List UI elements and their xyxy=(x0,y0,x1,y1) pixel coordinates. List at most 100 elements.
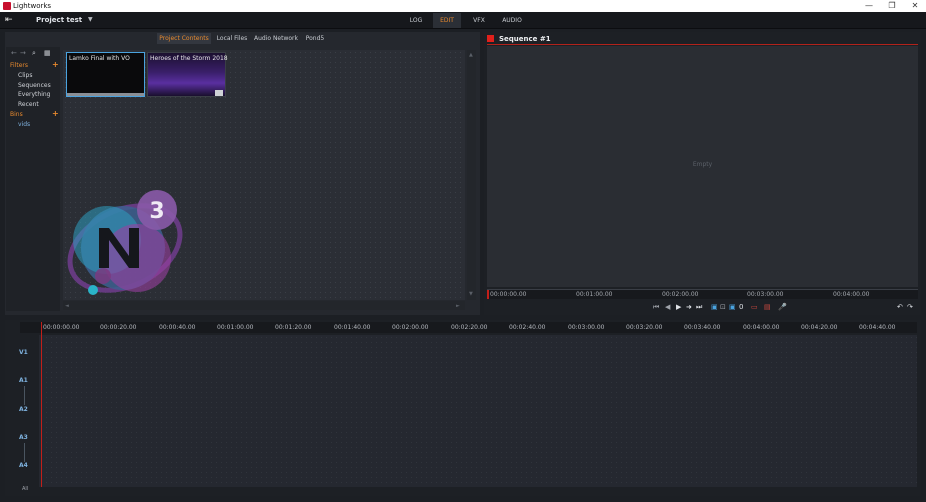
tab-audio-network[interactable]: Audio Network xyxy=(253,33,299,44)
search-icon[interactable]: ⌕ xyxy=(32,49,36,57)
replace-icon[interactable]: ▤ xyxy=(764,302,771,312)
window-title: Lightworks xyxy=(13,2,52,10)
tab-log[interactable]: LOG xyxy=(402,13,430,28)
go-to-end-icon[interactable]: ⏭ xyxy=(696,302,702,312)
viewer-screen[interactable]: Empty xyxy=(487,46,918,287)
sequence-viewer: Sequence #1 Empty 00:00:00.00 00:01:00.0… xyxy=(484,32,921,315)
viewer-playhead[interactable] xyxy=(487,290,489,299)
track-label-a3[interactable]: A3 xyxy=(19,434,28,442)
filter-clips[interactable]: Clips xyxy=(18,72,32,80)
timeline-timecode: 00:01:40.00 xyxy=(334,324,371,331)
undo-icon[interactable]: ↶ xyxy=(897,302,903,312)
scroll-right-icon[interactable]: ► xyxy=(456,303,460,309)
app-header: ⇤ Project test ▼ LOG EDIT VFX AUDIO xyxy=(0,12,926,29)
redo-icon[interactable]: ↷ xyxy=(907,302,913,312)
tab-pond5[interactable]: Pond5 xyxy=(302,33,328,44)
filter-recent[interactable]: Recent xyxy=(18,101,39,109)
step-forward-icon[interactable]: ➜ xyxy=(686,302,692,312)
tab-vfx[interactable]: VFX xyxy=(465,13,493,28)
window-title-bar: Lightworks — ❐ ✕ xyxy=(0,0,926,12)
timeline-timecode: 00:04:40.00 xyxy=(859,324,896,331)
record-indicator-icon xyxy=(487,35,494,42)
transport-controls: ⏮ ◀ ▶ ➜ ⏭ ▣ ⊡ ▣ 0 ▭ ▤ 🎤 ↶ ↷ xyxy=(487,300,918,314)
n3-watermark-logo: 3 xyxy=(67,190,183,295)
lightworks-app-icon xyxy=(3,2,11,10)
timeline-timecode: 00:00:40.00 xyxy=(159,324,196,331)
viewer-timecode: 00:04:00.00 xyxy=(833,291,870,298)
track-label-a1[interactable]: A1 xyxy=(19,377,28,385)
tab-edit[interactable]: EDIT xyxy=(433,13,461,28)
timeline-timecode: 00:01:00.00 xyxy=(217,324,254,331)
maximize-button[interactable]: ❐ xyxy=(881,0,903,12)
scroll-down-icon[interactable]: ▼ xyxy=(469,291,473,297)
play-icon[interactable]: ▶ xyxy=(676,302,681,312)
clip-tile[interactable]: Lamko Final with VO xyxy=(66,52,145,97)
viewer-timecode: 00:03:00.00 xyxy=(747,291,784,298)
back-arrow-icon[interactable]: ← xyxy=(11,49,17,57)
close-button[interactable]: ✕ xyxy=(904,0,926,12)
marks-count: 0 xyxy=(739,303,744,311)
timeline-playhead[interactable] xyxy=(41,322,42,487)
viewer-timecode: 00:01:00.00 xyxy=(576,291,613,298)
vertical-scrollbar[interactable]: ▲ ▼ xyxy=(467,50,476,300)
viewer-header: Sequence #1 xyxy=(487,34,918,44)
timeline-timecode: 00:02:40.00 xyxy=(509,324,546,331)
go-to-start-icon[interactable]: ⏮ xyxy=(653,302,659,312)
track-label-v1[interactable]: V1 xyxy=(19,349,28,357)
timeline-timecode: 00:01:20.00 xyxy=(275,324,312,331)
mark-in-icon[interactable]: ▣ xyxy=(711,302,718,312)
tab-audio[interactable]: AUDIO xyxy=(496,13,528,28)
insert-icon[interactable]: ▭ xyxy=(751,302,758,312)
timeline-timecode: 00:02:20.00 xyxy=(451,324,488,331)
clip-name: Lamko Final with VO xyxy=(69,55,130,62)
bins-heading: Bins xyxy=(10,111,23,118)
clip-progress-bar xyxy=(67,93,144,96)
viewer-timecode: 00:00:00.00 xyxy=(490,291,527,298)
timeline-timecode: 00:04:20.00 xyxy=(801,324,838,331)
scroll-up-icon[interactable]: ▲ xyxy=(469,52,473,58)
horizontal-scrollbar[interactable]: ◄ ► xyxy=(63,301,465,310)
viewer-divider xyxy=(487,44,918,45)
timeline-timecode: 00:03:00.00 xyxy=(568,324,605,331)
filter-everything[interactable]: Everything xyxy=(18,91,50,99)
add-filter-icon[interactable]: + xyxy=(52,61,59,69)
add-bin-icon[interactable]: + xyxy=(52,110,59,118)
timeline-timecode: 00:03:20.00 xyxy=(626,324,663,331)
timeline-tracks-area[interactable] xyxy=(39,335,917,487)
track-label-a2[interactable]: A2 xyxy=(19,406,28,414)
forward-arrow-icon[interactable]: → xyxy=(20,49,26,57)
filter-sequences[interactable]: Sequences xyxy=(18,82,51,90)
timeline-timecode: 00:02:00.00 xyxy=(392,324,429,331)
voiceover-mic-icon[interactable]: 🎤 xyxy=(778,302,787,312)
scroll-left-icon[interactable]: ◄ xyxy=(65,303,69,309)
clip-tile[interactable]: Heroes of the Storm 2018 xyxy=(147,52,228,97)
all-tracks-toggle[interactable]: All xyxy=(22,486,28,492)
track-label-a4[interactable]: A4 xyxy=(19,462,28,470)
grid-view-icon[interactable]: ▦ xyxy=(44,49,51,57)
track-link-line xyxy=(24,443,25,462)
clip-type-icon xyxy=(215,90,223,96)
track-link-line xyxy=(24,386,25,405)
project-sidebar: ← → ⌕ ▦ Filters + Clips Sequences Everyt… xyxy=(6,47,60,311)
tab-local-files[interactable]: Local Files xyxy=(213,33,251,44)
viewer-timecode: 00:02:00.00 xyxy=(662,291,699,298)
clip-name: Heroes of the Storm 2018 xyxy=(150,55,228,62)
timeline-timecode: 00:00:00.00 xyxy=(43,324,80,331)
timeline-timecode: 00:00:20.00 xyxy=(100,324,137,331)
timeline-timecode: 00:03:40.00 xyxy=(684,324,721,331)
bin-vids[interactable]: vids xyxy=(18,121,30,129)
sequence-title: Sequence #1 xyxy=(499,35,551,43)
clear-marks-icon[interactable]: ⊡ xyxy=(720,302,726,312)
tab-project-contents[interactable]: Project Contents xyxy=(157,33,211,44)
timeline-timecode: 00:04:00.00 xyxy=(743,324,780,331)
filters-heading: Filters xyxy=(10,62,28,69)
exit-project-icon[interactable]: ⇤ xyxy=(5,15,17,25)
viewer-timecode-ruler[interactable]: 00:00:00.00 00:01:00.00 00:02:00.00 00:0… xyxy=(487,289,918,299)
minimize-button[interactable]: — xyxy=(858,0,880,12)
project-name: Project test xyxy=(36,16,83,24)
timeline-ruler[interactable]: 00:00:00.00 00:00:20.00 00:00:40.00 00:0… xyxy=(20,322,917,333)
mark-out-icon[interactable]: ▣ xyxy=(729,302,736,312)
step-back-icon[interactable]: ◀ xyxy=(665,302,670,312)
project-dropdown-icon[interactable]: ▼ xyxy=(88,15,93,25)
svg-text:3: 3 xyxy=(149,199,164,224)
